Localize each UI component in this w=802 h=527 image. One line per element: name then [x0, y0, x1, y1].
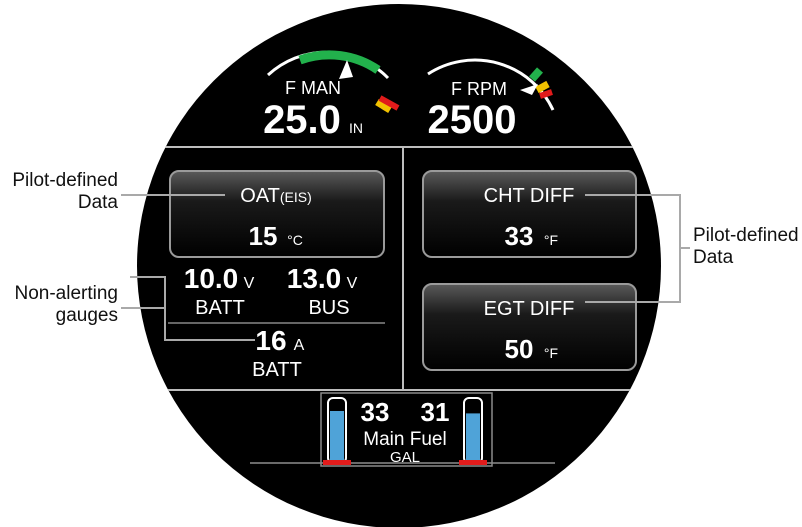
cht-diff-data-box: CHT DIFF 33 °F [422, 170, 637, 258]
oat-data-box: OAT(EIS) 15 °C [169, 170, 385, 258]
callout-text: Data [77, 192, 118, 213]
manifold-value: 25.0 [263, 98, 341, 142]
callout-text: Pilot-defined [12, 170, 118, 191]
fuel-label: Main Fuel [363, 429, 446, 450]
cht-diff-value: 33 [505, 221, 534, 251]
rpm-label: F RPM [451, 79, 507, 99]
right-fuel-level [466, 413, 480, 461]
right-fuel-red-mark [459, 460, 487, 465]
callout-text: Pilot-defined [693, 225, 799, 246]
callout-pilot-defined-right: Pilot-defined Data [693, 225, 801, 269]
callout-text: Non-alerting [14, 283, 119, 304]
bus-volts-label: BUS [308, 297, 349, 319]
fuel-unit: GAL [390, 449, 420, 466]
manifold-unit: IN [349, 120, 363, 136]
cht-diff-unit: °F [544, 232, 558, 248]
egt-diff-title: EGT DIFF [484, 298, 575, 320]
callout-text: gauges [55, 305, 118, 326]
bus-volts-unit: V [347, 275, 358, 292]
batt-volts-value: 10.0 [184, 263, 239, 294]
display-illustration: F MAN 25.0 IN F RPM 2500 OAT(EIS) 15 °C … [121, 4, 690, 527]
egt-diff-value: 50 [505, 334, 534, 364]
egt-diff-unit: °F [544, 345, 558, 361]
right-fuel-value: 31 [421, 397, 450, 427]
oat-value: 15 [249, 221, 278, 251]
left-fuel-value: 33 [361, 397, 390, 427]
batt-volts-unit: V [244, 275, 255, 292]
callout-pilot-defined-left: Pilot-defined Data [2, 170, 118, 214]
batt-amps-value: 16 [255, 325, 286, 356]
bus-volts-value: 13.0 [287, 263, 342, 294]
rpm-value: 2500 [428, 98, 517, 142]
egt-diff-data-box: EGT DIFF 50 °F [422, 283, 637, 371]
oat-title: OAT(EIS) [240, 185, 312, 207]
cht-diff-title: CHT DIFF [484, 185, 575, 207]
left-fuel-red-mark [323, 460, 351, 465]
callout-non-alerting-gauges: Non-alerting gauges [2, 283, 119, 327]
batt-volts-label: BATT [195, 297, 245, 319]
batt-amps-label: BATT [252, 359, 302, 381]
left-fuel-level [330, 411, 344, 461]
callout-text: Data [693, 247, 734, 268]
manifold-label: F MAN [285, 78, 341, 98]
oat-unit: °C [287, 232, 303, 248]
batt-amps-unit: A [294, 337, 305, 354]
